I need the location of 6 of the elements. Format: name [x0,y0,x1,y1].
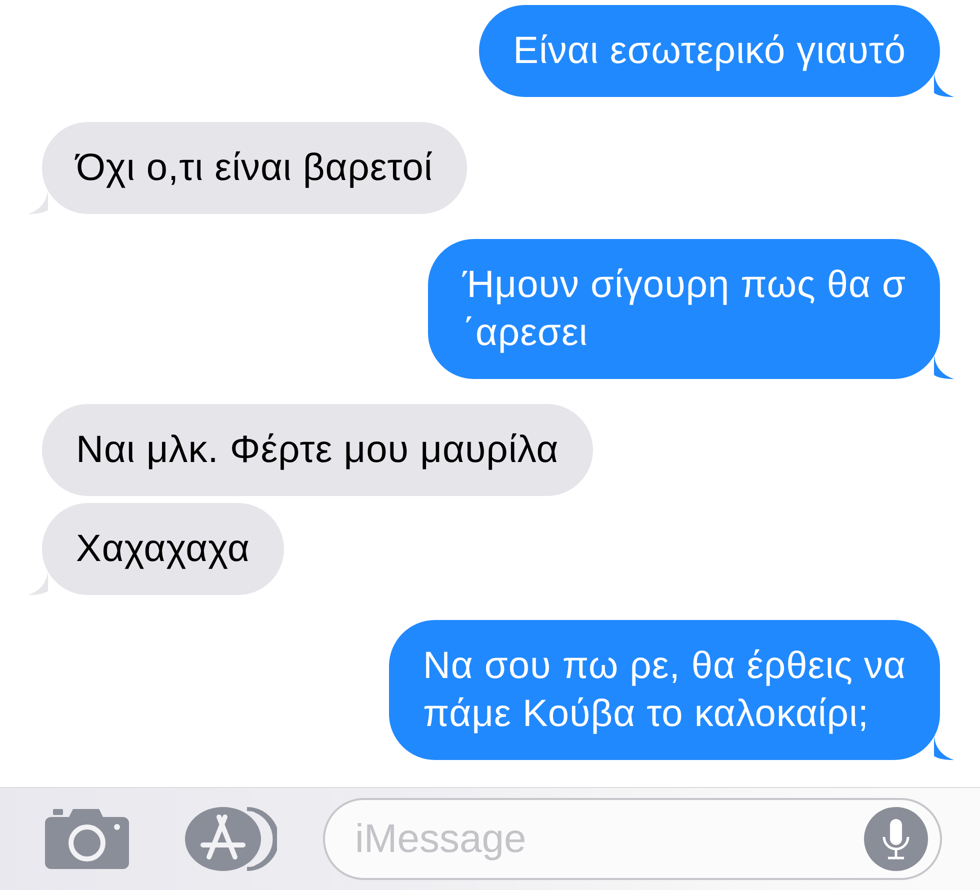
camera-icon[interactable] [45,809,129,869]
placeholder-text: iMessage [355,816,526,862]
message-bubble: Ναι μλκ. Φέρτε μου μαυρίλα [42,404,593,496]
microphone-icon[interactable] [864,807,928,871]
message-input-field[interactable]: iMessage [323,798,942,880]
app-store-icon[interactable] [185,805,277,873]
